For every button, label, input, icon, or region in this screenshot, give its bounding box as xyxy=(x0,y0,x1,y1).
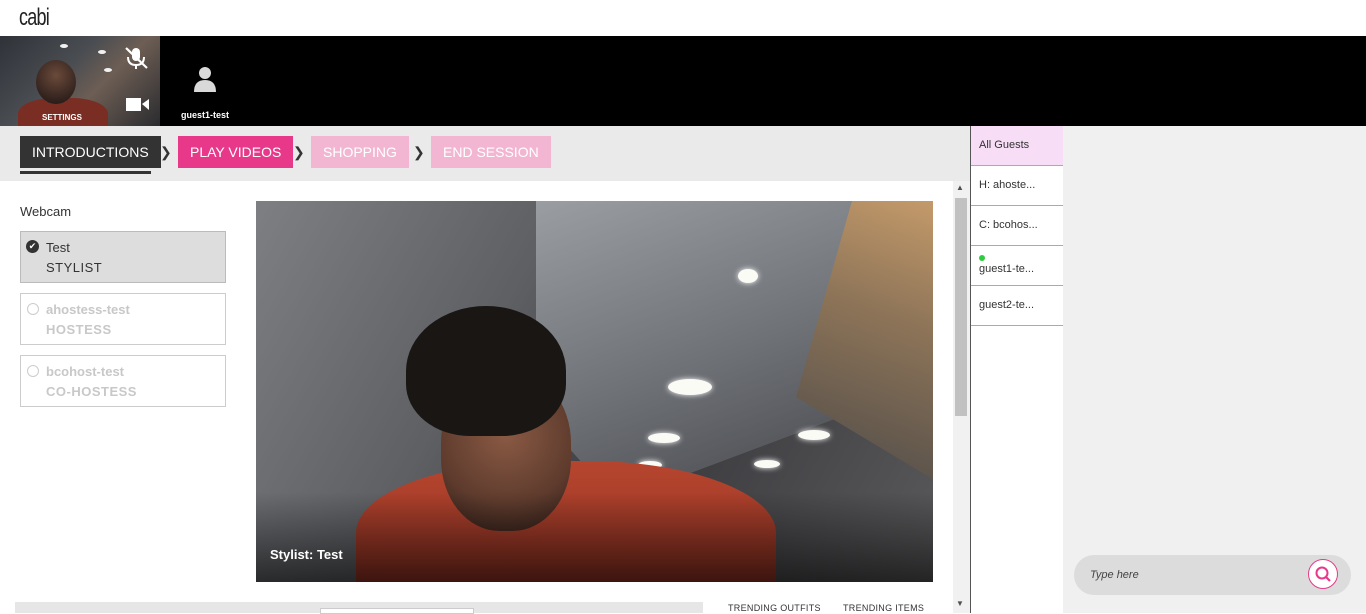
video-ceiling-light xyxy=(668,379,712,395)
guest-list-item[interactable]: C: bcohos... xyxy=(971,206,1063,246)
guest-list-label: guest1-te... xyxy=(979,263,1035,275)
self-camera-head xyxy=(36,60,76,104)
webcam-option-name: bcohost-test xyxy=(46,364,124,379)
guest-list-label: guest2-te... xyxy=(979,299,1035,311)
bottom-panel-box[interactable] xyxy=(320,608,474,614)
main-video-feed[interactable]: Stylist: Test xyxy=(256,201,933,582)
session-steps: INTRODUCTIONS ❯ PLAY VIDEOS ❯ SHOPPING ❯… xyxy=(0,126,970,181)
scroll-up-icon[interactable]: ▲ xyxy=(956,183,964,192)
video-camera-icon[interactable] xyxy=(126,96,150,112)
chat-search-button[interactable] xyxy=(1308,559,1338,589)
tab-trending-outfits[interactable]: TRENDING OUTFITS xyxy=(728,603,821,613)
step-end-session[interactable]: END SESSION xyxy=(431,136,551,168)
guest-list-label: C: bcohos... xyxy=(979,219,1038,231)
video-caption: Stylist: Test xyxy=(270,547,343,562)
radio-icon xyxy=(27,303,39,315)
guest-list-item[interactable]: H: ahoste... xyxy=(971,166,1063,206)
scrollbar-thumb[interactable] xyxy=(955,198,967,416)
active-step-underline xyxy=(20,171,151,174)
webcam-heading: Webcam xyxy=(20,204,72,219)
chevron-right-icon: ❯ xyxy=(160,144,172,160)
guest-list-label: H: ahoste... xyxy=(979,179,1036,191)
webcam-option-stylist[interactable]: ✔ Test STYLIST xyxy=(20,231,226,283)
scroll-down-icon[interactable]: ▼ xyxy=(956,599,964,608)
online-status-dot xyxy=(979,255,985,261)
radio-icon xyxy=(27,365,39,377)
ceiling-light xyxy=(104,68,112,72)
video-ceiling-light xyxy=(648,433,680,443)
guest-list-item[interactable]: guest2-te... xyxy=(971,286,1063,326)
search-icon xyxy=(1315,566,1331,582)
chat-panel xyxy=(1063,126,1366,613)
webcam-option-name: Test xyxy=(46,240,70,255)
ceiling-light xyxy=(60,44,68,48)
webcam-option-co-hostess[interactable]: bcohost-test CO-HOSTESS xyxy=(20,355,226,407)
tab-trending-items[interactable]: TRENDING ITEMS xyxy=(843,603,924,613)
step-shopping[interactable]: SHOPPING xyxy=(311,136,409,168)
video-person-hair xyxy=(406,306,566,436)
chat-input-wrapper xyxy=(1074,555,1351,595)
video-caption-shade xyxy=(256,492,933,582)
app-logo: cabi xyxy=(19,4,50,31)
guest-list-item[interactable]: guest1-te... xyxy=(971,246,1063,286)
guest-list-all[interactable]: All Guests xyxy=(971,126,1063,166)
chat-input[interactable] xyxy=(1090,565,1300,585)
webcam-option-name: ahostess-test xyxy=(46,302,130,317)
mic-muted-icon[interactable] xyxy=(123,46,149,70)
video-ceiling-light xyxy=(754,460,780,468)
main-content: Webcam ✔ Test STYLIST ahostess-test HOST… xyxy=(0,181,953,614)
webcam-option-role: STYLIST xyxy=(46,260,103,275)
check-icon: ✔ xyxy=(26,240,39,253)
step-introductions[interactable]: INTRODUCTIONS xyxy=(20,136,161,168)
main-scrollbar[interactable]: ▲ ▼ xyxy=(953,181,970,613)
chevron-right-icon: ❯ xyxy=(413,144,425,160)
webcam-option-hostess[interactable]: ahostess-test HOSTESS xyxy=(20,293,226,345)
bottom-panel xyxy=(15,602,703,614)
video-ceiling-light xyxy=(798,430,830,440)
chevron-right-icon: ❯ xyxy=(293,144,305,160)
settings-label[interactable]: SETTINGS xyxy=(0,113,124,122)
user-icon xyxy=(194,67,216,92)
guest-list: All Guests H: ahoste... C: bcohos... gue… xyxy=(970,126,1063,613)
ceiling-light xyxy=(98,50,106,54)
guest-name: guest1-test xyxy=(180,110,229,120)
webcam-option-role: CO-HOSTESS xyxy=(46,384,137,399)
webcam-option-role: HOSTESS xyxy=(46,322,112,337)
top-bar: cabi xyxy=(0,0,1366,36)
self-camera-tile[interactable]: SETTINGS xyxy=(0,36,160,126)
participant-video-strip: SETTINGS guest1-test xyxy=(0,36,1366,126)
video-ceiling-light xyxy=(738,269,758,283)
step-play-videos[interactable]: PLAY VIDEOS xyxy=(178,136,294,168)
